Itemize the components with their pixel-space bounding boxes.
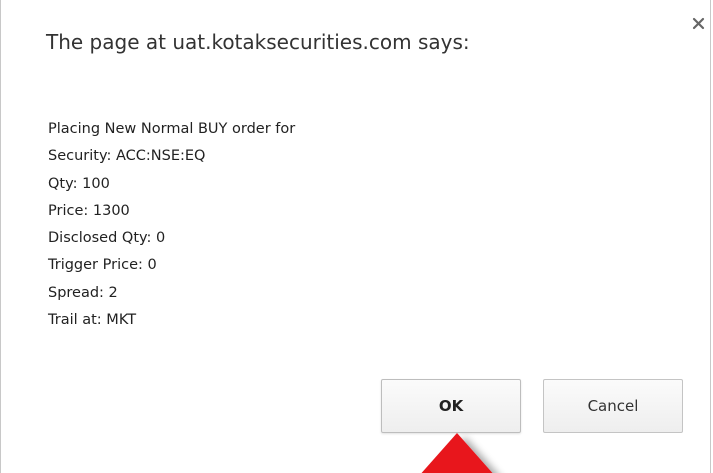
dialog-message: Placing New Normal BUY order for Securit… xyxy=(48,116,295,334)
dialog-title: The page at uat.kotaksecurities.com says… xyxy=(46,30,470,54)
message-line: Qty: 100 xyxy=(48,175,110,192)
message-line: Disclosed Qty: 0 xyxy=(48,230,166,247)
red-arrow-up-icon xyxy=(400,425,530,473)
message-line: Trail at: MKT xyxy=(48,312,137,329)
cancel-button[interactable]: Cancel xyxy=(543,379,683,433)
close-icon[interactable] xyxy=(689,14,709,34)
message-line: Trigger Price: 0 xyxy=(48,257,157,274)
message-line: Price: 1300 xyxy=(48,202,130,219)
message-line: Security: ACC:NSE:EQ xyxy=(48,148,206,165)
close-icon-glyph xyxy=(692,17,705,30)
alert-dialog: The page at uat.kotaksecurities.com says… xyxy=(0,0,711,473)
red-arrow-shape xyxy=(421,433,493,473)
message-line: Spread: 2 xyxy=(48,284,118,301)
message-line: Placing New Normal BUY order for xyxy=(48,121,296,137)
